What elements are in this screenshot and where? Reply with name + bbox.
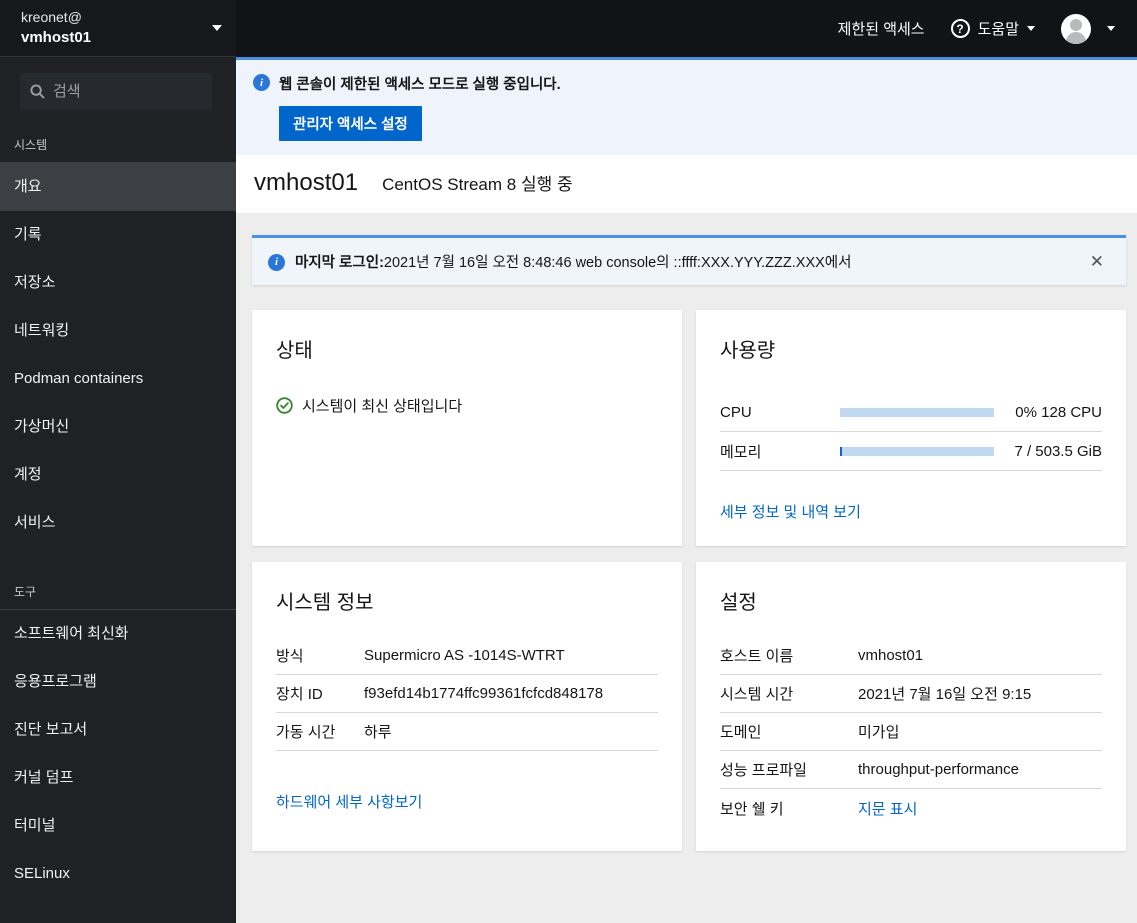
model-value: Supermicro AS -1014S-WTRT [364,647,565,664]
system-info-card-title: 시스템 정보 [276,592,374,614]
admin-access-button[interactable]: 관리자 액세스 설정 [279,106,422,141]
sidebar-item-accounts[interactable]: 계정 [0,451,236,499]
help-menu[interactable]: ? 도움말 [950,18,1035,39]
check-circle-icon [276,397,293,414]
usage-card: 사용량 CPU 0% 128 CPU 메모리 7 / 503.5 GiB 세부 … [696,310,1126,546]
host-switcher[interactable]: kreonet@ vmhost01 [0,0,236,57]
status-card: 상태 시스템이 최신 상태입니다 [252,310,682,546]
sidebar-item-kernel-dump[interactable]: 커널 덤프 [0,754,236,802]
hostname-row: 호스트 이름 vmhost01 [720,637,1102,675]
memory-label: 메모리 [720,443,762,461]
page-title: vmhost01 [254,169,359,196]
sidebar-item-overview[interactable]: 개요 [0,163,236,211]
user-menu[interactable] [1061,13,1091,44]
sidebar-item-services[interactable]: 서비스 [0,499,236,547]
memory-value: 7 / 503.5 GiB [1014,442,1102,460]
sidebar-section-tools: 도구 [0,569,236,610]
cpu-usage-row: CPU 0% 128 CPU [720,393,1102,432]
sidebar-item-storage[interactable]: 저장소 [0,259,236,307]
sidebar-item-diagnostic-reports[interactable]: 진단 보고서 [0,706,236,754]
chevron-down-icon [1027,26,1035,31]
sidebar-section-system: 시스템 [0,122,236,163]
system-time-row: 시스템 시간 2021년 7월 16일 오전 9:15 [720,675,1102,713]
chevron-down-icon [1107,26,1115,31]
cpu-progress-bar [840,407,994,417]
performance-profile-label: 성능 프로파일 [720,762,807,779]
search-icon [30,84,45,99]
last-login-message: 2021년 7월 16일 오전 8:48:46 web console의 ::f… [383,255,852,271]
hostname-value: vmhost01 [858,647,924,664]
info-icon: i [253,74,270,91]
performance-profile-value: throughput-performance [858,761,1019,778]
sidebar-item-logs[interactable]: 기록 [0,211,236,259]
page-subtitle: CentOS Stream 8 실행 중 [382,175,573,194]
last-login-alert: i 마지막 로그인:2021년 7월 16일 오전 8:48:46 web co… [252,235,1126,285]
info-icon: i [268,253,285,271]
sidebar-item-software-updates[interactable]: 소프트웨어 최신화 [0,610,236,658]
hardware-details-link[interactable]: 하드웨어 세부 사항보기 [276,791,422,812]
domain-label: 도메인 [720,724,762,741]
host-user: kreonet@ [21,8,82,25]
show-fingerprints-link[interactable]: 지문 표시 [858,798,1102,819]
uptime-row: 가동 시간 하루 [276,713,658,751]
machine-id-value: f93efd14b1774ffc99361fcfcd848178 [364,685,604,702]
help-icon: ? [950,19,970,38]
hostname-label: 호스트 이름 [720,648,794,665]
memory-progress-bar [840,446,994,456]
model-label: 방식 [276,648,304,665]
banner-message: 웹 콘솔이 제한된 액세스 모드로 실행 중입니다. [279,77,561,93]
status-card-title: 상태 [276,340,313,362]
cpu-label: CPU [720,403,752,421]
restricted-mode-banner: i 웹 콘솔이 제한된 액세스 모드로 실행 중입니다. 관리자 액세스 설정 [236,57,1137,155]
sidebar-item-terminal[interactable]: 터미널 [0,802,236,850]
avatar [1061,13,1091,44]
ssh-key-label: 보안 쉘 키 [720,800,784,818]
sidebar-item-applications[interactable]: 응용프로그램 [0,658,236,706]
cpu-value: 0% 128 CPU [1015,403,1102,421]
usage-card-title: 사용량 [720,340,776,362]
sidebar: kreonet@ vmhost01 시스템 개요 기록 저장소 네트워킹 Pod… [0,0,236,923]
domain-value: 미가입 [858,724,900,741]
system-time-label: 시스템 시간 [720,686,794,703]
last-login-text: 마지막 로그인:2021년 7월 16일 오전 8:48:46 web cons… [295,251,1074,272]
sidebar-item-selinux[interactable]: SELinux [0,850,236,898]
status-message: 시스템이 최신 상태입니다 [302,398,463,415]
close-icon[interactable]: ✕ [1084,251,1110,272]
sidebar-search[interactable] [20,73,212,110]
masthead: 제한된 액세스 ? 도움말 [236,0,1137,57]
performance-profile-row: 성능 프로파일 throughput-performance [720,751,1102,789]
model-row: 방식 Supermicro AS -1014S-WTRT [276,637,658,675]
usage-details-link[interactable]: 세부 정보 및 내역 보기 [720,501,861,522]
settings-card-title: 설정 [720,592,757,614]
sidebar-item-podman-containers[interactable]: Podman containers [0,355,236,403]
page-titlebar: vmhost01 CentOS Stream 8 실행 중 [236,155,1137,213]
help-label: 도움말 [977,21,1019,38]
last-login-label: 마지막 로그인: [295,255,384,271]
ssh-key-row: 보안 쉘 키 지문 표시 [720,789,1102,827]
memory-usage-row: 메모리 7 / 503.5 GiB [720,432,1102,471]
sidebar-item-networking[interactable]: 네트워킹 [0,307,236,355]
system-info-card: 시스템 정보 방식 Supermicro AS -1014S-WTRT 장치 I… [252,562,682,851]
machine-id-row: 장치 ID f93efd14b1774ffc99361fcfcd848178 [276,675,658,713]
sidebar-item-virtual-machines[interactable]: 가상머신 [0,403,236,451]
uptime-label: 가동 시간 [276,724,336,741]
domain-row: 도메인 미가입 [720,713,1102,751]
settings-card: 설정 호스트 이름 vmhost01 시스템 시간 2021년 7월 16일 오… [696,562,1126,851]
search-input[interactable] [53,83,202,100]
system-time-value: 2021년 7월 16일 오전 9:15 [858,686,1032,703]
machine-id-label: 장치 ID [276,686,323,703]
chevron-down-icon [212,25,222,31]
host-name: vmhost01 [21,29,92,47]
restricted-access-label: 제한된 액세스 [837,21,925,38]
uptime-value: 하루 [364,724,392,741]
